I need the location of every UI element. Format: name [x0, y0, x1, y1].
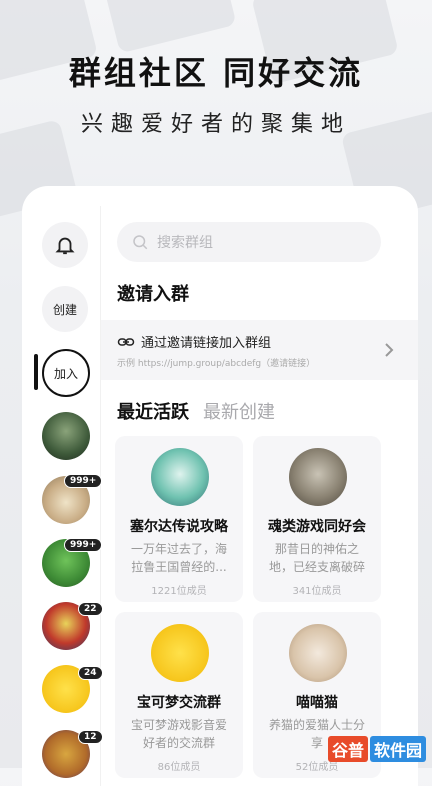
- group-name: 魂类游戏同好会: [268, 519, 366, 535]
- tab-newly-created[interactable]: 最新创建: [203, 398, 275, 424]
- unread-badge: 22: [78, 602, 103, 616]
- group-card[interactable]: 塞尔达传说攻略 一万年过去了，海拉鲁王国曾经的... 1221位成员: [115, 436, 243, 602]
- search-placeholder: 搜索群组: [157, 235, 213, 251]
- hero-title: 群组社区 同好交流: [68, 54, 364, 92]
- group-name: 塞尔达传说攻略: [130, 519, 228, 535]
- join-group-button[interactable]: 加入: [42, 349, 90, 397]
- unread-badge: 24: [78, 666, 103, 680]
- watermark: 谷普 软件园: [327, 736, 426, 762]
- create-group-button[interactable]: 创建: [42, 286, 88, 332]
- main-panel: 搜索群组 邀请入群 通过邀请链接加入群组 示例 https://jump.gro…: [101, 186, 418, 786]
- watermark-part1: 谷普: [327, 736, 368, 762]
- group-card[interactable]: 魂类游戏同好会 那昔日的神佑之地，已经支离破碎 341位成员: [253, 436, 381, 602]
- active-indicator: [34, 354, 38, 390]
- group-tabs: 最近活跃 最新创建: [117, 398, 275, 424]
- unread-badge: 999+: [64, 538, 103, 552]
- group-avatar: [289, 624, 347, 682]
- group-description: 宝可梦游戏影音爱好者的交流群: [130, 718, 227, 750]
- unread-badge: 999+: [64, 474, 103, 488]
- group-avatar: [151, 448, 209, 506]
- invite-link-row[interactable]: 通过邀请链接加入群组 示例 https://jump.group/abcdefg…: [101, 320, 418, 380]
- group-description: 那昔日的神佑之地，已经支离破碎: [268, 542, 365, 574]
- search-icon: [133, 235, 148, 250]
- bell-icon: [55, 237, 75, 255]
- group-name: 喵喵猫: [296, 695, 338, 711]
- group-rail: 创建 加入 999+ 999+ 22 24 12: [22, 206, 103, 786]
- group-description: 一万年过去了，海拉鲁王国曾经的...: [130, 542, 227, 574]
- group-card[interactable]: 宝可梦交流群 宝可梦游戏影音爱好者的交流群 86位成员: [115, 612, 243, 778]
- member-count: 1221位成员: [151, 586, 207, 597]
- notification-button[interactable]: [42, 222, 88, 268]
- member-count: 341位成员: [292, 586, 342, 597]
- unread-badge: 12: [78, 730, 103, 744]
- link-icon: [117, 337, 135, 346]
- tab-recent-active[interactable]: 最近活跃: [117, 398, 189, 424]
- invite-link-label: 通过邀请链接加入群组: [141, 336, 272, 351]
- chevron-right-icon: [385, 343, 394, 357]
- member-count: 86位成员: [157, 762, 201, 773]
- group-avatar-armored-soldier[interactable]: [42, 412, 90, 460]
- group-avatar: [151, 624, 209, 682]
- watermark-part2: 软件园: [369, 736, 426, 762]
- hero-subtitle: 兴趣爱好者的聚集地: [80, 112, 351, 137]
- group-name: 宝可梦交流群: [137, 695, 221, 711]
- search-input[interactable]: 搜索群组: [117, 222, 381, 262]
- section-title-invite: 邀请入群: [117, 284, 189, 305]
- group-avatar: [289, 448, 347, 506]
- invite-link-example: 示例 https://jump.group/abcdefg（邀请链接）: [117, 359, 316, 369]
- app-frame: 创建 加入 999+ 999+ 22 24 12 搜索群组 邀请入群 通过邀请链…: [22, 186, 418, 786]
